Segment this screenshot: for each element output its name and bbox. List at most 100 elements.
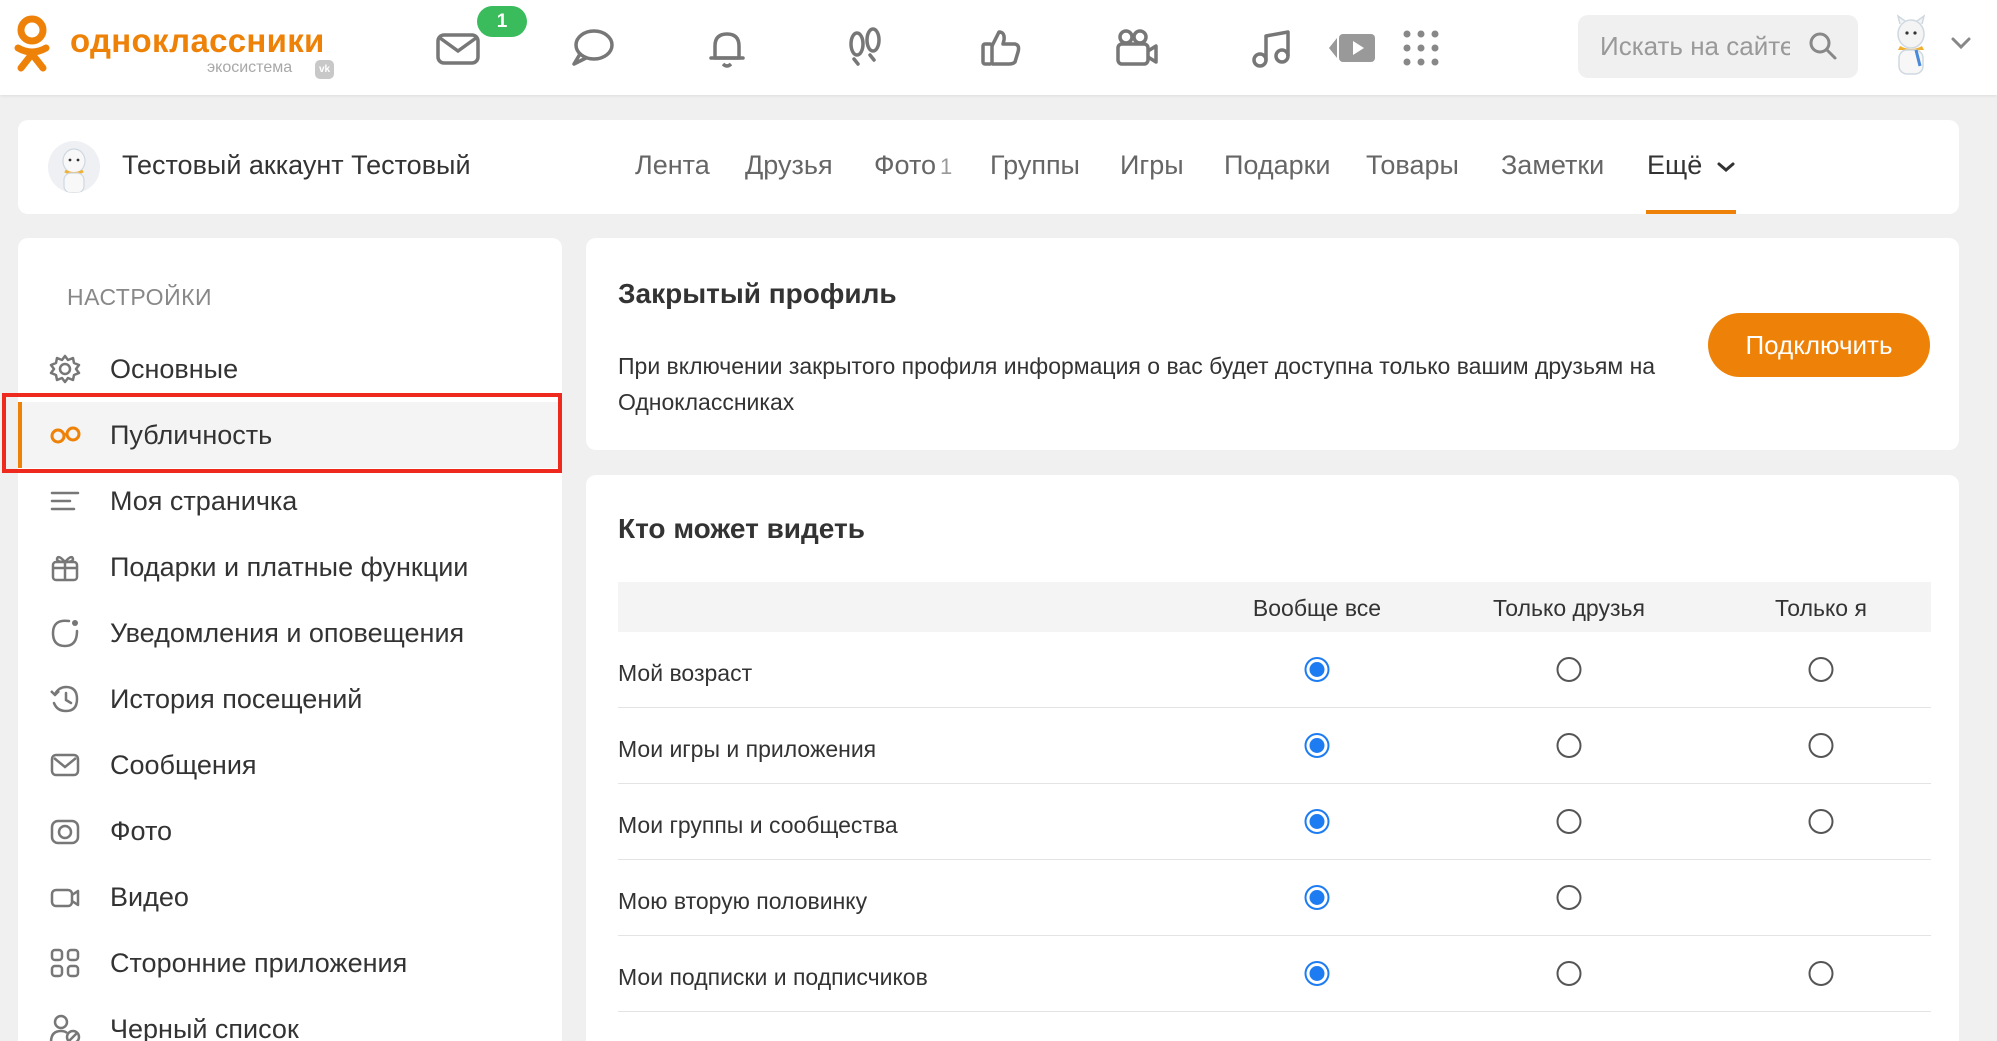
tab-count: 1 — [940, 154, 953, 179]
row-label: Мой возраст — [618, 660, 753, 686]
sidebar-item-messages[interactable]: Сообщения — [18, 732, 562, 798]
sidebar-item-photo[interactable]: Фото — [18, 798, 562, 864]
radio-only-me[interactable] — [1808, 657, 1834, 682]
notifications-icon[interactable] — [701, 22, 753, 74]
apps-icon — [50, 948, 80, 978]
closed-profile-card: Закрытый профиль При включении закрытого… — [586, 238, 1959, 450]
envelope-icon — [50, 753, 80, 777]
row-label: Мои группы и сообщества — [618, 812, 898, 838]
radio-everyone[interactable] — [1304, 657, 1330, 682]
selection-highlight-box — [2, 393, 562, 473]
radio-everyone[interactable] — [1304, 809, 1330, 834]
column-header-friends: Только друзья — [1493, 595, 1645, 621]
guests-icon[interactable] — [839, 22, 891, 74]
radio-friends[interactable] — [1556, 885, 1582, 910]
search-icon[interactable] — [1808, 31, 1838, 61]
table-row: Мои группы и сообщества — [618, 784, 1931, 860]
sidebar-item-blacklist[interactable]: Черный список — [18, 996, 562, 1041]
sidebar-item-label: История посещений — [110, 684, 363, 714]
profile-bar: Тестовый аккаунт Тестовый Лента Друзья Ф… — [18, 120, 1959, 214]
tab-label: Ещё — [1647, 150, 1703, 180]
sidebar-item-gifts[interactable]: Подарки и платные функции — [18, 534, 562, 600]
sidebar-item-label: Сторонние приложения — [110, 948, 408, 978]
radio-only-me[interactable] — [1808, 733, 1834, 758]
sidebar-item-label: Черный список — [110, 1014, 299, 1041]
radio-friends[interactable] — [1556, 809, 1582, 834]
tab-feed[interactable]: Лента — [635, 150, 710, 181]
music-icon[interactable] — [1246, 22, 1298, 74]
radio-friends[interactable] — [1556, 961, 1582, 986]
messages-count-badge: 1 — [477, 6, 527, 37]
active-tab-indicator — [1646, 210, 1736, 214]
ok-logo-icon — [14, 15, 50, 72]
profile-name[interactable]: Тестовый аккаунт Тестовый — [122, 150, 471, 181]
search-box[interactable] — [1578, 15, 1858, 78]
table-row: Мои подписки и подписчиков — [618, 936, 1931, 1012]
sidebar-item-label: Фото — [110, 816, 173, 846]
row-label: Мою вторую половинку — [618, 888, 868, 914]
radio-everyone[interactable] — [1304, 733, 1330, 758]
tab-friends[interactable]: Друзья — [745, 150, 833, 181]
video-camera-top-icon[interactable] — [1110, 22, 1162, 74]
sidebar-item-label: Подарки и платные функции — [110, 552, 469, 582]
videoplayer-icon[interactable] — [1327, 22, 1379, 74]
history-icon — [50, 685, 79, 713]
tab-label: Друзья — [745, 150, 833, 180]
visibility-card: Кто может видеть Вообще все Только друзь… — [586, 475, 1959, 1041]
tab-label: Фото — [874, 150, 937, 180]
tab-label: Лента — [635, 150, 710, 180]
settings-sidebar: НАСТРОЙКИ Основные Публичность Моя стран… — [18, 238, 562, 1041]
gear-icon — [49, 354, 81, 384]
tab-groups[interactable]: Группы — [990, 150, 1080, 181]
radio-everyone[interactable] — [1304, 961, 1330, 986]
tab-label: Товары — [1366, 150, 1459, 180]
profile-avatar-icon — [62, 148, 86, 193]
sidebar-item-label: Уведомления и оповещения — [110, 618, 465, 648]
row-label: Мои подписки и подписчиков — [618, 964, 928, 990]
sidebar-item-video[interactable]: Видео — [18, 864, 562, 930]
tab-more[interactable]: Ещё — [1647, 150, 1736, 181]
row-label: Мои игры и приложения — [618, 736, 877, 762]
sidebar-item-third-party-apps[interactable]: Сторонние приложения — [18, 930, 562, 996]
settings-heading: НАСТРОЙКИ — [67, 284, 213, 310]
connect-button[interactable]: Подключить — [1708, 313, 1930, 377]
camera-icon — [50, 819, 80, 845]
chevron-down-icon — [1717, 162, 1735, 172]
messages-icon[interactable] — [432, 22, 484, 74]
table-row: Мой возраст — [618, 632, 1931, 708]
table-header: Вообще все Только друзья Только я — [618, 582, 1931, 632]
tab-label: Группы — [990, 150, 1080, 180]
sidebar-item-history[interactable]: История посещений — [18, 666, 562, 732]
closed-profile-title: Закрытый профиль — [618, 278, 897, 309]
table-row: Мои игры и приложения — [618, 708, 1931, 784]
radio-friends[interactable] — [1556, 733, 1582, 758]
radio-everyone[interactable] — [1304, 885, 1330, 910]
radio-only-me[interactable] — [1808, 961, 1834, 986]
sidebar-item-my-page[interactable]: Моя страничка — [18, 468, 562, 534]
closed-profile-description: При включении закрытого профиля информац… — [618, 353, 1656, 415]
logo-subtitle: экосистема — [207, 59, 293, 76]
visibility-title: Кто может видеть — [618, 513, 865, 544]
notification-circle-icon — [51, 619, 79, 648]
sidebar-item-label: Основные — [110, 354, 239, 384]
radio-only-me[interactable] — [1808, 809, 1834, 834]
ok-logo[interactable]: одноклассники экосистема vk — [12, 14, 342, 84]
radio-friends[interactable] — [1556, 657, 1582, 682]
apps-grid-icon[interactable] — [1395, 22, 1447, 74]
chevron-down-icon[interactable] — [1950, 36, 1972, 50]
tab-gifts[interactable]: Подарки — [1224, 150, 1331, 181]
tab-notes[interactable]: Заметки — [1501, 150, 1604, 181]
sidebar-item-label: Видео — [110, 882, 189, 912]
sidebar-item-label: Сообщения — [110, 750, 257, 780]
gift-icon — [51, 555, 79, 582]
tab-photos[interactable]: Фото 1 — [874, 150, 952, 181]
tab-games[interactable]: Игры — [1120, 150, 1184, 181]
sidebar-item-notifications[interactable]: Уведомления и оповещения — [18, 600, 562, 666]
profile-avatar[interactable] — [48, 141, 100, 193]
search-input[interactable] — [1600, 31, 1790, 62]
likes-icon[interactable] — [975, 22, 1027, 74]
user-avatar-icon[interactable] — [1888, 14, 1934, 80]
discussions-icon[interactable] — [566, 22, 618, 74]
tab-goods[interactable]: Товары — [1366, 150, 1459, 181]
column-header-only-me: Только я — [1775, 595, 1867, 621]
